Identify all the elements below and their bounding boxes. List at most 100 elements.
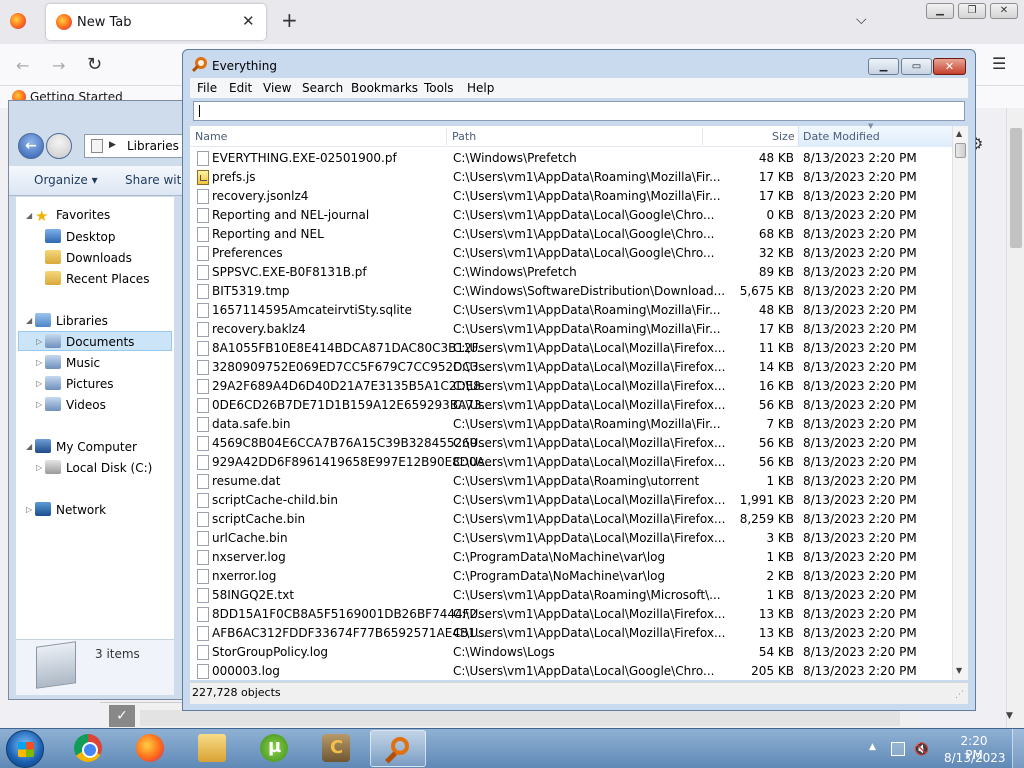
column-header-date-modified[interactable]: Date Modified: [803, 130, 880, 143]
firefox-view-icon[interactable]: [10, 13, 26, 29]
list-all-tabs-chevron-icon[interactable]: ⌵: [856, 12, 867, 28]
menu-edit[interactable]: Edit: [229, 81, 252, 95]
close-tab-icon[interactable]: ✕: [242, 12, 255, 30]
table-row[interactable]: StorGroupPolicy.log C:\Windows\Logs 54 KB 8…: [190, 643, 952, 662]
breadcrumb-libraries[interactable]: Libraries: [127, 139, 179, 153]
tree-item-favorites[interactable]: ★ Favorites: [35, 208, 110, 224]
hamburger-menu-icon[interactable]: ☰: [992, 54, 1006, 73]
back-arrow-icon[interactable]: ←: [16, 56, 29, 75]
menu-view[interactable]: View: [263, 81, 291, 95]
firefox-close-button[interactable]: ✕: [990, 3, 1018, 19]
column-header-size[interactable]: Size: [772, 130, 795, 143]
table-row[interactable]: prefs.js C:\Users\vm1\AppData\Roaming\Moz…: [190, 168, 952, 187]
tree-item-downloads[interactable]: Downloads: [45, 250, 132, 265]
share-with-button[interactable]: Share with: [125, 173, 189, 187]
collapse-arrow-icon[interactable]: ▷: [36, 358, 42, 367]
table-row[interactable]: 3280909752E069ED7CC5F679C7CC952DC3... C:\…: [190, 358, 952, 377]
firefox-minimize-button[interactable]: ▁: [926, 3, 954, 19]
resize-grip-icon[interactable]: ⋰: [955, 690, 964, 700]
firefox-restore-button[interactable]: ❐: [958, 3, 986, 19]
start-button[interactable]: [6, 730, 44, 768]
reload-icon[interactable]: ↻: [87, 54, 102, 75]
taskbar-utorrent[interactable]: [246, 730, 302, 767]
tree-item-documents[interactable]: Documents: [45, 334, 134, 349]
table-row[interactable]: BIT5319.tmp C:\Windows\SoftwareDistributi…: [190, 282, 952, 301]
table-row[interactable]: scriptCache.bin C:\Users\vm1\AppData\Loca…: [190, 510, 952, 529]
tree-item-desktop[interactable]: Desktop: [45, 229, 116, 244]
collapse-arrow-icon[interactable]: ▷: [36, 379, 42, 388]
column-header-name[interactable]: Name: [195, 130, 227, 143]
table-row[interactable]: AFB6AC312FDDF33674F77B6592571AE4B1... C:\…: [190, 624, 952, 643]
show-hidden-icons-arrow-icon[interactable]: ▲: [869, 742, 876, 752]
table-row[interactable]: nxerror.log C:\ProgramData\NoMachine\var\…: [190, 567, 952, 586]
scrollbar-thumb[interactable]: [1010, 128, 1022, 248]
checkmark-icon[interactable]: ✓: [109, 705, 135, 727]
scrollbar-thumb[interactable]: [955, 143, 966, 158]
breadcrumb-arrow-icon[interactable]: ▶: [109, 140, 116, 150]
menu-file[interactable]: File: [197, 81, 217, 95]
table-row[interactable]: resume.dat C:\Users\vm1\AppData\Roaming\u…: [190, 472, 952, 491]
taskbar-everything[interactable]: [370, 730, 426, 767]
column-separator[interactable]: [702, 128, 703, 145]
table-row[interactable]: 1657114595AmcateirvtiSty.sqlite C:\Users\…: [190, 301, 952, 320]
clock-date[interactable]: 8/13/2023: [944, 751, 1006, 765]
taskbar-c-app[interactable]: [308, 730, 364, 767]
explorer-back-button[interactable]: ←: [18, 133, 44, 159]
firefox-tab-new-tab[interactable]: New Tab ✕: [46, 4, 266, 40]
network-status-icon[interactable]: [891, 742, 905, 756]
menu-bookmarks[interactable]: Bookmarks: [351, 81, 418, 95]
table-row[interactable]: Reporting and NEL C:\Users\vm1\AppData\Lo…: [190, 225, 952, 244]
table-row[interactable]: urlCache.bin C:\Users\vm1\AppData\Local\M…: [190, 529, 952, 548]
collapse-arrow-icon[interactable]: ▷: [36, 463, 42, 472]
explorer-forward-button[interactable]: [46, 133, 72, 159]
table-row[interactable]: 4569C8B04E6CCA7B76A15C39B328455269... C:\…: [190, 434, 952, 453]
volume-muted-icon[interactable]: 🔇: [914, 742, 930, 756]
table-row[interactable]: 8DD15A1F0CB8A5F5169001DB26BF7444F2... C:\…: [190, 605, 952, 624]
table-row[interactable]: 29A2F689A4D6D40D21A7E3135B5A1C2DE8... C:\…: [190, 377, 952, 396]
tree-item-libraries[interactable]: Libraries: [35, 313, 108, 328]
table-row[interactable]: 000003.log C:\Users\vm1\AppData\Local\Goo…: [190, 662, 952, 681]
table-row[interactable]: nxserver.log C:\ProgramData\NoMachine\var…: [190, 548, 952, 567]
table-row[interactable]: scriptCache-child.bin C:\Users\vm1\AppDat…: [190, 491, 952, 510]
close-button[interactable]: ✕: [933, 58, 966, 75]
results-vertical-scrollbar[interactable]: ▲ ▼: [952, 126, 968, 680]
table-row[interactable]: Preferences C:\Users\vm1\AppData\Local\Go…: [190, 244, 952, 263]
firefox-vertical-scrollbar[interactable]: [1006, 108, 1024, 728]
background-horizontal-scrollbar[interactable]: [140, 710, 900, 726]
tree-item-videos[interactable]: Videos: [45, 397, 106, 412]
explorer-address-bar[interactable]: ▶ Libraries: [84, 134, 188, 158]
table-row[interactable]: recovery.jsonlz4 C:\Users\vm1\AppData\Roa…: [190, 187, 952, 206]
tree-item-network[interactable]: Network: [35, 502, 106, 517]
maximize-button[interactable]: ▭: [901, 58, 932, 75]
tree-item-music[interactable]: Music: [45, 355, 100, 370]
tree-item-recent-places[interactable]: Recent Places: [45, 271, 149, 286]
table-row[interactable]: Reporting and NEL-journal C:\Users\vm1\Ap…: [190, 206, 952, 225]
table-row[interactable]: 929A42DD6F8961419658E997E12B90E8D0A... C:…: [190, 453, 952, 472]
show-desktop-button[interactable]: [1012, 729, 1024, 768]
collapse-arrow-icon[interactable]: ▷: [36, 337, 42, 346]
minimize-button[interactable]: ▁: [868, 58, 899, 75]
tree-item-my-computer[interactable]: My Computer: [35, 439, 137, 454]
new-tab-plus-icon[interactable]: +: [281, 10, 298, 30]
table-row[interactable]: recovery.baklz4 C:\Users\vm1\AppData\Roam…: [190, 320, 952, 339]
menu-tools[interactable]: Tools: [424, 81, 454, 95]
tree-item-local-disk[interactable]: Local Disk (C:): [45, 460, 152, 475]
menu-search[interactable]: Search: [302, 81, 343, 95]
table-row[interactable]: SPPSVC.EXE-B0F8131B.pf C:\Windows\Prefetc…: [190, 263, 952, 282]
column-header-path[interactable]: Path: [452, 130, 476, 143]
menu-help[interactable]: Help: [467, 81, 494, 95]
scroll-down-arrow-icon[interactable]: ▼: [956, 666, 962, 675]
tree-item-pictures[interactable]: Pictures: [45, 376, 114, 391]
table-row[interactable]: EVERYTHING.EXE-02501900.pf C:\Windows\Pre…: [190, 149, 952, 168]
table-row[interactable]: 0DE6CD26B7DE71D1B159A12E659293BA73... C:\…: [190, 396, 952, 415]
taskbar-firefox[interactable]: [122, 730, 178, 767]
scroll-down-arrow-icon[interactable]: ▼: [1006, 711, 1013, 721]
scroll-up-arrow-icon[interactable]: ▲: [956, 129, 962, 138]
collapse-arrow-icon[interactable]: ▷: [26, 505, 32, 514]
taskbar-chrome[interactable]: [60, 730, 116, 767]
table-row[interactable]: 8A1055FB10E8E414BDCA871DAC80C3B12F... C:\…: [190, 339, 952, 358]
taskbar-explorer[interactable]: [184, 730, 240, 767]
collapse-arrow-icon[interactable]: ▷: [36, 400, 42, 409]
column-separator[interactable]: [446, 128, 447, 145]
forward-arrow-icon[interactable]: →: [52, 56, 65, 75]
